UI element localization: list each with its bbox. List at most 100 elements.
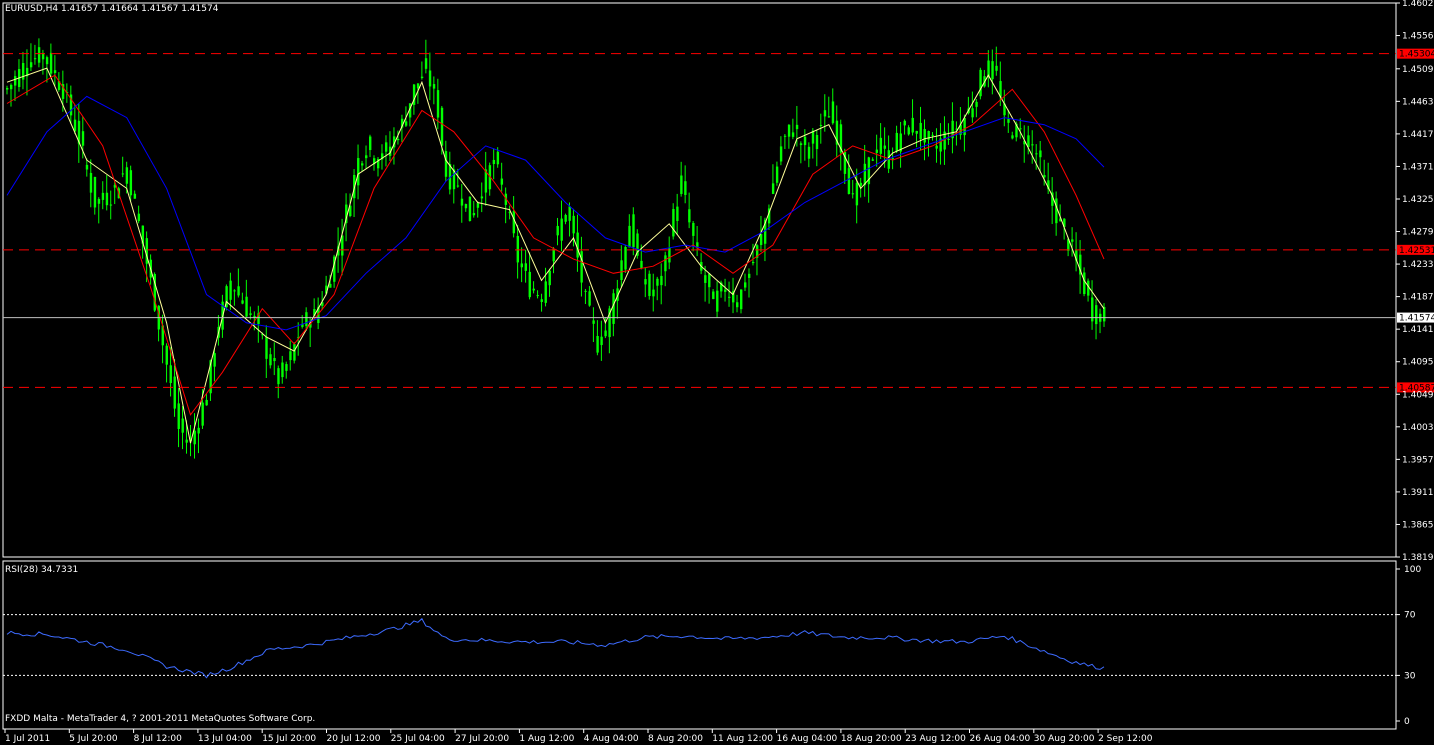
candle-body xyxy=(265,336,268,359)
candle-body xyxy=(480,196,484,199)
candle-body xyxy=(460,198,464,206)
time-axis-label: 20 Jul 12:00 xyxy=(327,734,381,744)
candle-body xyxy=(947,138,950,140)
candle-body xyxy=(237,286,240,296)
candle-body xyxy=(728,296,731,298)
candle-body xyxy=(305,312,308,327)
candle-body xyxy=(759,234,763,245)
candle-body xyxy=(548,270,551,286)
price-axis-label: 1.41410 xyxy=(1402,325,1434,335)
candle-body xyxy=(883,145,887,149)
candle-body xyxy=(652,289,655,297)
candle-body xyxy=(827,116,831,118)
price-axis-label: 1.39570 xyxy=(1402,455,1434,465)
candle-body xyxy=(105,192,109,206)
level-tag-label: 1.45304 xyxy=(1399,50,1434,60)
price-axis-label: 1.40490 xyxy=(1402,390,1434,400)
candle-body xyxy=(783,135,787,137)
candle-body xyxy=(771,183,775,194)
candle-body xyxy=(89,172,93,193)
candle-body xyxy=(855,182,859,206)
candle-body xyxy=(9,84,13,90)
candle-body xyxy=(361,163,364,166)
candle-body xyxy=(1039,150,1042,158)
price-axis-label: 1.44170 xyxy=(1402,130,1434,140)
candle-body xyxy=(281,362,284,378)
candle-body xyxy=(612,293,615,324)
candle-body xyxy=(704,275,707,283)
candle-body xyxy=(740,289,743,310)
candle-body xyxy=(751,261,755,264)
candle-body xyxy=(923,129,926,143)
candle-body xyxy=(708,273,711,288)
candle-body xyxy=(1083,272,1086,295)
candle-body xyxy=(1007,119,1010,123)
candle-body xyxy=(664,255,667,272)
time-axis-label: 8 Jul 12:00 xyxy=(134,734,183,744)
candle-body xyxy=(676,206,679,221)
candle-body xyxy=(935,145,938,149)
candle-body xyxy=(600,336,603,346)
candle-body xyxy=(269,354,272,366)
candle-body xyxy=(680,175,683,194)
time-axis-label: 13 Jul 04:00 xyxy=(198,734,252,744)
candle-body xyxy=(1027,135,1030,148)
candle-body xyxy=(101,192,105,200)
candle-body xyxy=(177,403,180,429)
time-axis-label: 15 Jul 20:00 xyxy=(262,734,316,744)
candle-body xyxy=(492,159,496,165)
candle-body xyxy=(743,282,747,288)
candle-body xyxy=(129,170,133,196)
price-axis-label: 1.44630 xyxy=(1402,97,1434,107)
candle-body xyxy=(747,273,751,278)
candle-body xyxy=(33,58,37,60)
candle-body xyxy=(1055,198,1058,224)
moving-average-3 xyxy=(6,95,1105,331)
candle-body xyxy=(137,213,141,222)
rsi-line xyxy=(6,617,1105,679)
candle-body xyxy=(432,84,436,89)
candle-body xyxy=(564,214,567,222)
candle-body xyxy=(476,203,480,208)
candle-body xyxy=(456,185,460,187)
candle-body xyxy=(995,65,998,71)
candle-body xyxy=(273,358,276,362)
candle-body xyxy=(931,134,934,136)
candle-body xyxy=(787,124,791,137)
candle-body xyxy=(572,215,575,234)
moving-average-2 xyxy=(6,74,1105,416)
candle-body xyxy=(201,402,204,426)
candle-body xyxy=(229,280,232,300)
candle-body xyxy=(604,330,607,337)
candle-body xyxy=(416,83,420,89)
candle-body xyxy=(1031,144,1034,146)
candle-body xyxy=(799,143,803,146)
chart-canvas[interactable]: 1.453041.425311.405871.415741.460201.455… xyxy=(0,0,1434,745)
rsi-axis-label: 30 xyxy=(1404,671,1416,681)
candle-body xyxy=(516,235,520,263)
candle-body xyxy=(540,299,543,302)
candle-body xyxy=(468,196,472,222)
candle-body xyxy=(1035,153,1038,155)
candle-body xyxy=(875,149,879,153)
candle-body xyxy=(528,271,531,298)
candle-body xyxy=(692,222,695,236)
candle-body xyxy=(775,166,779,183)
candle-body xyxy=(1011,135,1014,139)
candle-body xyxy=(588,291,591,306)
candle-body xyxy=(1019,128,1022,130)
candle-body xyxy=(879,137,883,154)
candle-body xyxy=(584,290,587,292)
candle-body xyxy=(712,291,715,299)
candle-body xyxy=(975,101,978,107)
price-axis-label: 1.40030 xyxy=(1402,423,1434,433)
candle-body xyxy=(185,439,188,443)
candle-body xyxy=(907,127,910,135)
time-axis-label: 2 Sep 12:00 xyxy=(1098,734,1153,744)
candle-body xyxy=(736,302,739,308)
candle-body xyxy=(365,155,368,159)
time-axis-label: 25 Jul 04:00 xyxy=(391,734,445,744)
candle-body xyxy=(640,260,643,268)
candle-body xyxy=(716,290,719,312)
candle-body xyxy=(684,181,687,195)
